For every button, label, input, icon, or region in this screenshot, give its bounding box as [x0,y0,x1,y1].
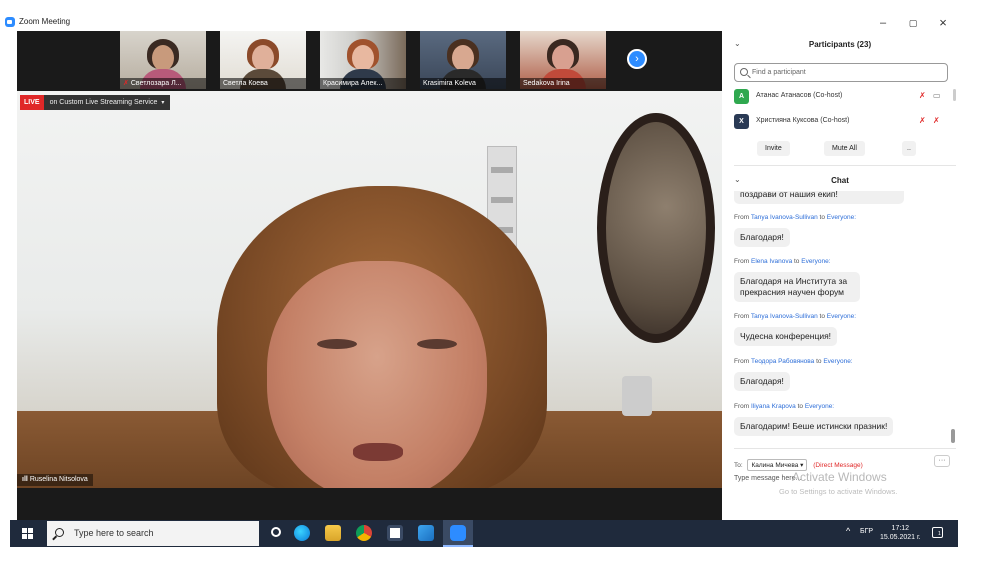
live-badge: LIVE [20,95,44,110]
chat-title: Chat [831,176,849,185]
active-speaker-video [17,91,722,488]
section-divider [734,165,956,166]
participant-thumbnail[interactable]: Sedakova Irina [520,31,606,89]
direct-message-label: (Direct Message) [813,462,863,469]
title-bar: Zoom Meeting – ▢ × [0,13,1000,31]
signal-icon: ıll [22,476,28,483]
taskbar-clock[interactable]: 17:12 15.05.2021 г. [880,524,921,542]
chat-messages: поздрави от нашия екип! From Tanya Ivano… [722,191,958,446]
participant-row[interactable]: X Християна Куксова (Co-host) ✗ ✗ [734,113,948,131]
background-mirror [597,113,715,343]
section-divider [734,448,956,449]
thumbnail-name: ✗ Светлозара Л... [120,78,206,89]
vscode-icon[interactable] [418,525,434,541]
participant-name: Атанас Атанасов (Co-host) [756,92,843,99]
notification-icon[interactable]: 1 [932,527,943,538]
chat-sender-line: From Tanya Ivanova-Sullivan to Everyone: [734,214,857,221]
camera-off-icon: ✗ [933,116,940,125]
close-button[interactable]: × [928,15,958,31]
participants-title: Participants (23) [808,40,872,49]
zoom-app-icon [5,17,15,27]
camera-icon: ▭ [933,91,941,100]
clock-date: 15.05.2021 г. [880,534,921,541]
live-service-dropdown[interactable]: on Custom Live Streaming Service ▾ [43,95,171,110]
chrome-browser-icon[interactable] [356,525,372,541]
live-stream-bar[interactable]: LIVE on Custom Live Streaming Service ▾ [20,95,171,110]
participants-scrollbar[interactable] [953,89,956,101]
chat-header: ⌄ Chat [722,167,958,193]
participant-thumbnail[interactable]: Красимира Алек... [320,31,406,89]
speaker-name-tag: ıll Ruselina Nitsolova [17,474,93,486]
speaker-eye [317,339,357,349]
search-icon [740,68,748,76]
invite-button[interactable]: Invite [757,141,790,156]
background-object [622,376,652,416]
active-app-indicator [443,545,473,547]
thumbnail-name: Красимира Алек... [320,78,406,89]
activate-windows-hint: Go to Settings to activate Windows. [779,487,898,496]
zoom-window: Zoom Meeting – ▢ × ✗ Светлозара Л... Свет… [0,0,1000,563]
dropdown-caret-icon: ▾ [161,100,165,106]
participant-thumbnail[interactable]: ✗ Светлозара Л... [120,31,206,89]
search-icon [55,528,64,537]
store-icon[interactable] [387,525,403,541]
thumbnail-name: Krasimira Koleva [420,78,506,89]
task-view-icon[interactable] [271,527,281,537]
chat-bubble: Благодарим! Беше истински празник! [734,417,894,436]
speaker-mouth [353,443,403,461]
chat-bubble: Благодаря на Института за прекрасния нау… [734,272,860,302]
chat-bubble: Благодаря! [734,372,790,391]
chat-sender-line: From Iliyana Krapova to Everyone: [734,403,835,410]
activate-windows-watermark: Activate Windows [792,470,887,484]
participant-thumbnail[interactable]: Светла Коева [220,31,306,89]
participant-search-input[interactable]: Find a participant [734,63,948,82]
input-language[interactable]: БГР [860,528,873,535]
chat-sender-line: From Elena Ivanova to Everyone: [734,258,831,265]
more-options-button[interactable]: .. [902,141,916,156]
thumbnail-name: Sedakova Irina [520,78,606,89]
windows-taskbar: Type here to search ^ БГР 17:12 15.05.20… [10,520,958,547]
thumbnail-name: Светла Коева [220,78,306,89]
participant-row[interactable]: A Атанас Атанасов (Co-host) ✗ ▭ [734,88,948,106]
chat-scrollbar[interactable] [951,429,955,443]
chat-sender-line: From Tanya Ivanova-Sullivan to Everyone: [734,313,857,320]
speaker-eye [417,339,457,349]
side-panel: ⌄ Participants (23) Find a participant A… [722,31,958,520]
window-title: Zoom Meeting [19,17,71,26]
file-explorer-icon[interactable] [325,525,341,541]
video-area: ✗ Светлозара Л... Светла Коева Красимира … [17,31,722,520]
mute-all-button[interactable]: Mute All [824,141,865,156]
chat-more-button[interactable]: ··· [934,455,950,467]
tray-chevron-icon[interactable]: ^ [846,526,850,536]
chat-bubble: Благодаря! [734,228,790,247]
avatar: X [734,114,749,129]
clock-time: 17:12 [891,525,910,532]
chat-sender-line: From Теодора Рабовянова to Everyone: [734,358,853,365]
gallery-strip: ✗ Светлозара Л... Светла Коева Красимира … [17,31,722,91]
chat-bubble: поздрави от нашия екип! [734,191,904,204]
windows-start-icon[interactable] [22,528,33,539]
maximize-button[interactable]: ▢ [898,15,928,31]
muted-mic-icon: ✗ [123,80,129,87]
participant-thumbnail[interactable]: Krasimira Koleva [420,31,506,89]
next-page-icon[interactable]: › [627,49,647,69]
chat-bubble: Чудесна конференция! [734,327,838,346]
participant-name: Християна Куксова (Co-host) [756,117,850,124]
muted-mic-icon: ✗ [919,91,926,100]
muted-mic-icon: ✗ [919,116,926,125]
avatar: A [734,89,749,104]
minimize-button[interactable]: – [868,15,898,31]
participants-header: ⌄ Participants (23) [722,31,958,57]
edge-browser-icon[interactable] [294,525,310,541]
zoom-icon [450,525,466,541]
taskbar-search-input[interactable]: Type here to search [47,521,259,546]
